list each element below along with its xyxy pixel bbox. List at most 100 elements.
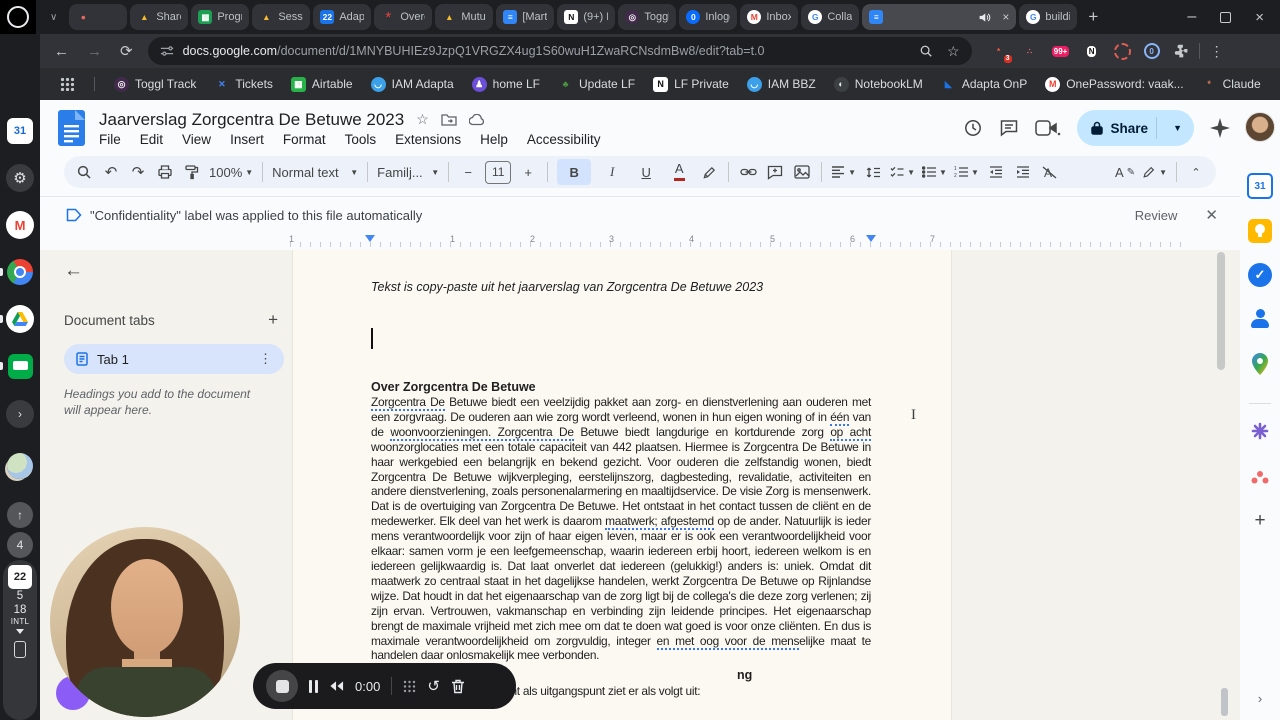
share-button[interactable]: Share ▼ — [1076, 110, 1194, 146]
undo-icon[interactable]: ↶ — [101, 160, 121, 184]
scrollbar-corner[interactable] — [1221, 688, 1228, 716]
document-page[interactable]: Tekst is copy-paste uit het jaarverslag … — [292, 250, 952, 720]
browser-tab[interactable]: 22 Adapta — [313, 4, 372, 30]
extension-icon[interactable]: N — [1083, 42, 1101, 60]
text-color-button[interactable]: A — [666, 160, 692, 184]
site-settings-icon[interactable] — [160, 44, 174, 58]
menu-item[interactable]: Help — [480, 132, 508, 147]
tab-search-chevron-icon[interactable]: ∨ — [50, 12, 57, 23]
redo-icon[interactable]: ↷ — [128, 160, 148, 184]
browser-tab[interactable]: 0 Inlogge — [679, 4, 738, 30]
browser-tab[interactable]: * Overco — [374, 4, 433, 30]
share-dropdown-caret[interactable]: ▼ — [1165, 123, 1190, 133]
tab-close-icon[interactable]: × — [1002, 10, 1009, 24]
move-folder-icon[interactable] — [441, 113, 457, 126]
dock-status-widget[interactable]: 22 5 18 INTL — [3, 560, 37, 720]
keep-panel-icon[interactable] — [1248, 219, 1272, 243]
bulleted-list-select[interactable]: ▼ — [922, 160, 947, 184]
font-select[interactable]: Familj... ▼ — [377, 160, 439, 184]
extension-icon[interactable]: 0 — [1143, 43, 1160, 59]
dock-chrome-icon[interactable] — [0, 258, 34, 286]
contacts-panel-icon[interactable] — [1248, 307, 1272, 331]
panel-back-arrow-icon[interactable]: ← — [64, 260, 83, 281]
collapse-panel-chevron-icon[interactable]: › — [1258, 691, 1262, 706]
input-tools-icon[interactable]: A ✎ — [1115, 160, 1135, 184]
bookmark-item[interactable]: ♣ Update LF — [558, 77, 636, 92]
extension-icon[interactable]: 99+ — [1051, 42, 1070, 60]
launcher-icon[interactable] — [0, 0, 36, 34]
calendar-panel-icon[interactable]: 31 — [1247, 173, 1273, 199]
tab-options-icon[interactable]: ⋮ — [259, 351, 272, 367]
user-avatar[interactable] — [1245, 112, 1275, 142]
gemini-sparkle-icon[interactable] — [1210, 118, 1230, 138]
maps-panel-icon[interactable] — [1247, 351, 1273, 377]
tab-audio-icon[interactable] — [978, 11, 991, 24]
increase-indent-icon[interactable] — [1013, 160, 1033, 184]
dock-drive-icon[interactable] — [0, 305, 34, 333]
browser-tab-active[interactable]: ≡ × — [862, 4, 1017, 30]
insert-link-icon[interactable] — [738, 160, 758, 184]
bookmark-item[interactable]: ◐ NotebookLM — [833, 76, 923, 92]
checklist-select[interactable]: ▼ — [890, 160, 915, 184]
asana-panel-icon[interactable] — [1247, 464, 1273, 490]
extensions-puzzle-icon[interactable] — [1173, 43, 1189, 59]
star-document-icon[interactable]: ☆ — [416, 111, 429, 128]
address-bar[interactable]: docs.google.com /document/d/1MNYBUHIEz9J… — [147, 37, 972, 65]
banner-close-icon[interactable]: ✕ — [1205, 206, 1218, 224]
dock-settings-icon[interactable]: ⚙ — [6, 164, 34, 192]
align-select[interactable]: ▼ — [831, 160, 856, 184]
dock-chat-icon[interactable] — [0, 352, 34, 380]
bookmark-item[interactable]: N LF Private — [653, 76, 729, 92]
browser-tab[interactable]: ▲ Sessie — [252, 4, 311, 30]
document-status-cloud-icon[interactable] — [468, 113, 486, 126]
insert-image-icon[interactable] — [792, 160, 812, 184]
browser-tab[interactable]: G Collabo — [801, 4, 860, 30]
reload-button[interactable]: ⟳ — [120, 42, 133, 60]
bookmark-star-icon[interactable]: ☆ — [947, 43, 960, 60]
bookmark-item[interactable]: ◣ Adapta OnP — [941, 77, 1027, 92]
bookmark-item[interactable]: ♟ home LF — [471, 76, 540, 92]
browser-tab[interactable]: N (9+) Ni — [557, 4, 616, 30]
search-lens-icon[interactable] — [919, 44, 933, 58]
highlight-color-icon[interactable] — [699, 160, 719, 184]
pause-recording-button[interactable] — [309, 679, 318, 693]
underline-button[interactable]: U — [633, 160, 659, 184]
dock-more-apps-icon[interactable]: › — [6, 400, 34, 428]
paragraph-style-select[interactable]: Normal text ▼ — [272, 160, 358, 184]
version-history-icon[interactable] — [963, 118, 983, 138]
menu-item[interactable]: Format — [283, 132, 326, 147]
forward-button[interactable]: → — [87, 43, 102, 60]
delete-recording-icon[interactable] — [451, 679, 465, 694]
hide-menus-chevron-icon[interactable]: ⌃ — [1186, 160, 1206, 184]
extension-icon[interactable]: ∴ — [1021, 42, 1039, 60]
menu-item[interactable]: Extensions — [395, 132, 461, 147]
document-title[interactable]: Jaarverslag Zorgcentra De Betuwe 2023 — [99, 110, 404, 130]
rewind-icon[interactable] — [329, 680, 344, 692]
pen-tools-select[interactable]: ▼ — [1142, 160, 1167, 184]
new-tab-button[interactable]: + — [1088, 7, 1098, 27]
numbered-list-select[interactable]: 1 2 ▼ — [954, 160, 979, 184]
bookmark-item[interactable]: M OnePassword: vaak... — [1045, 76, 1184, 92]
restore-button[interactable] — [1220, 11, 1232, 23]
close-window-button[interactable]: × — [1255, 9, 1264, 26]
bold-button[interactable]: B — [557, 159, 592, 185]
browser-tab[interactable]: ▲ Mutual — [435, 4, 494, 30]
decrease-font-size-button[interactable]: − — [458, 160, 478, 184]
back-button[interactable]: ← — [54, 43, 69, 60]
add-tab-icon[interactable]: + — [268, 310, 284, 330]
webcam-overlay[interactable] — [50, 527, 240, 717]
menu-item[interactable]: View — [182, 132, 211, 147]
right-indent-marker[interactable] — [866, 235, 876, 242]
review-button[interactable]: Review — [1135, 208, 1178, 223]
browser-tab[interactable]: ● — [69, 4, 128, 30]
decrease-indent-icon[interactable] — [986, 160, 1006, 184]
browser-tab[interactable]: ▲ Shared — [130, 4, 189, 30]
dock-maps-window-icon[interactable] — [6, 452, 34, 480]
search-menus-icon[interactable] — [74, 160, 94, 184]
bookmark-item[interactable]: ◎ Toggl Track — [114, 76, 196, 92]
bookmark-item[interactable]: ✕ Tickets — [214, 77, 273, 92]
increase-font-size-button[interactable]: + — [518, 160, 538, 184]
docs-logo[interactable] — [58, 110, 85, 146]
menu-item[interactable]: Accessibility — [527, 132, 601, 147]
browser-tab[interactable]: ◎ Toggl T — [618, 4, 677, 30]
